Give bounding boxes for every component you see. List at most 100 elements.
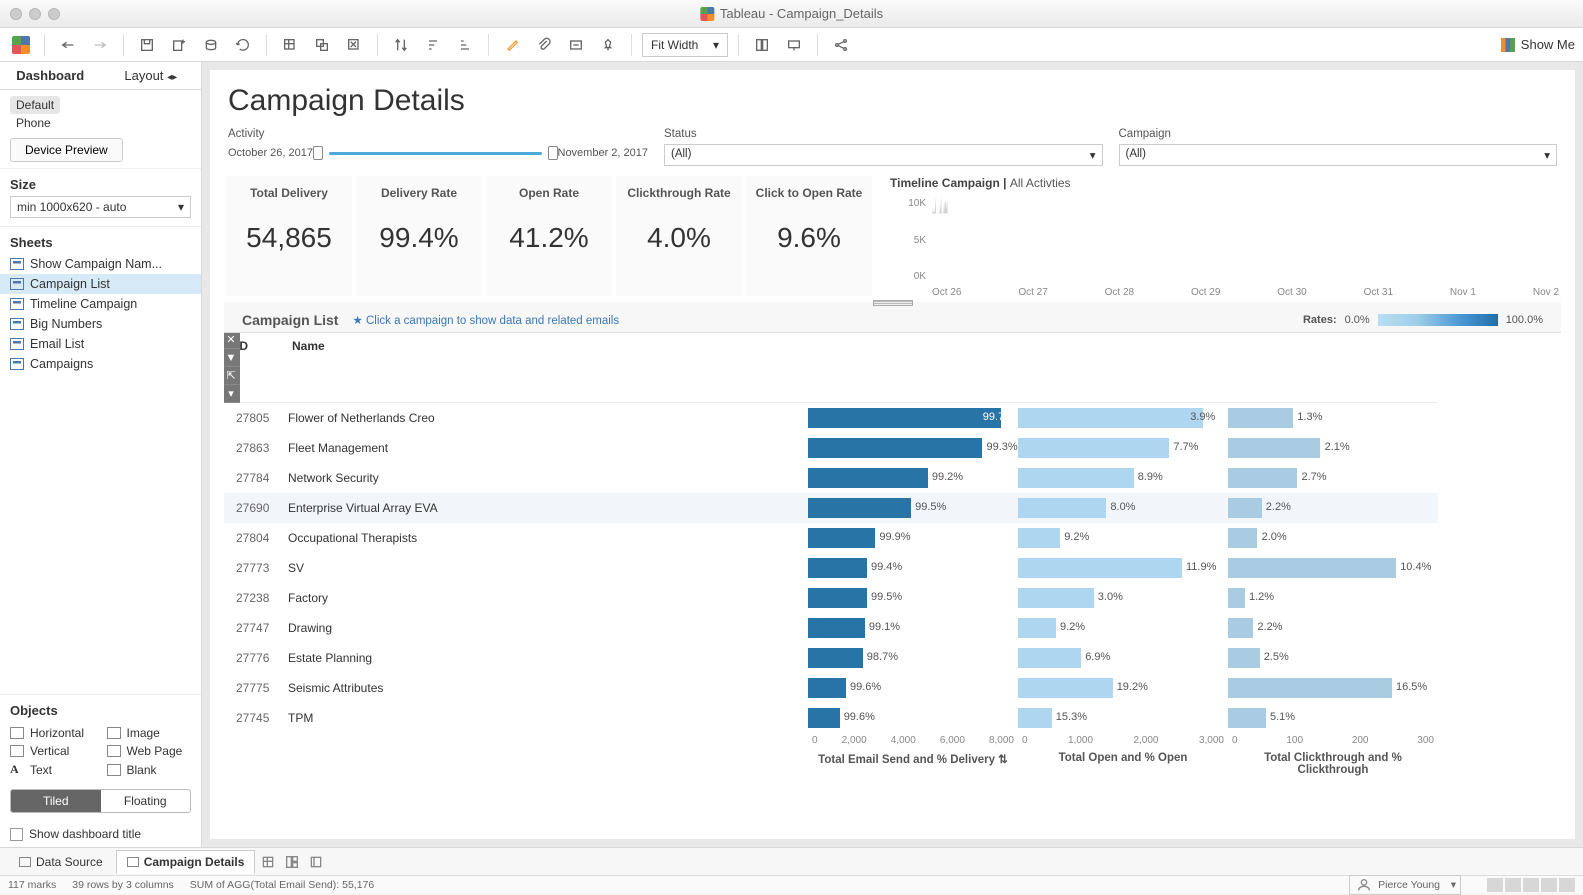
sheet-item[interactable]: Campaigns: [0, 354, 201, 374]
page-title: Campaign Details: [210, 70, 1575, 128]
next-icon[interactable]: [1541, 878, 1557, 892]
sort-asc-icon[interactable]: [420, 32, 446, 58]
campaign-list-worksheet[interactable]: ✕ ▼ ⇱ ▾ ID Name 27805 Flower of Netherla…: [224, 332, 1561, 825]
sheet-item[interactable]: Timeline Campaign: [0, 294, 201, 314]
status-dropdown[interactable]: (All)▾: [664, 144, 1103, 166]
tiled-floating-toggle[interactable]: Tiled Floating: [10, 789, 191, 813]
user-dropdown[interactable]: Pierce Young▾: [1349, 875, 1461, 895]
redo-icon[interactable]: [87, 32, 113, 58]
undo-icon[interactable]: [55, 32, 81, 58]
show-title-checkbox[interactable]: Show dashboard title: [10, 827, 191, 841]
table-row[interactable]: 27805 Flower of Netherlands Creo 99.7% 3…: [224, 403, 1438, 433]
refresh-icon[interactable]: [230, 32, 256, 58]
device-default[interactable]: Default: [10, 96, 60, 114]
table-row[interactable]: 27863 Fleet Management 99.3% 7.7% 2.1%: [224, 433, 1438, 463]
share-icon[interactable]: [828, 32, 854, 58]
window-title: Tableau - Campaign_Details: [700, 6, 883, 21]
kpi-card[interactable]: Open Rate41.2%: [486, 176, 612, 296]
new-worksheet-tab-icon[interactable]: [257, 851, 279, 873]
show-me-button[interactable]: Show Me: [1501, 37, 1575, 52]
tableau-home-icon[interactable]: [8, 32, 34, 58]
attach-icon[interactable]: [531, 32, 557, 58]
minimize-icon[interactable]: [29, 8, 41, 20]
new-dashboard-tab-icon[interactable]: [281, 851, 303, 873]
goto-sheet-icon[interactable]: ⇱: [224, 367, 240, 385]
save-icon[interactable]: [134, 32, 160, 58]
tab-datasource[interactable]: Data Source: [8, 850, 114, 874]
campaign-list-title: Campaign List: [242, 312, 338, 328]
slider-handle-right[interactable]: [548, 146, 558, 160]
table-row[interactable]: 27747 Drawing 99.1% 9.2% 2.2%: [224, 613, 1438, 643]
table-row[interactable]: 27784 Network Security 99.2% 8.9% 2.7%: [224, 463, 1438, 493]
floating-option[interactable]: Floating: [101, 790, 191, 812]
table-row[interactable]: 27804 Occupational Therapists 99.9% 9.2%…: [224, 523, 1438, 553]
table-row[interactable]: 27690 Enterprise Virtual Array EVA 99.5%…: [224, 493, 1438, 523]
table-row[interactable]: 27773 SV 99.4% 11.9% 10.4%: [224, 553, 1438, 583]
activity-slider[interactable]: October 26, 2017 November 2, 2017: [228, 144, 648, 162]
filter-icon[interactable]: ▼: [224, 349, 240, 367]
dashboard-panel: Dashboard Layout ◂▸ Default Phone Device…: [0, 62, 202, 847]
kpi-card[interactable]: Clickthrough Rate4.0%: [616, 176, 742, 296]
fit-dropdown[interactable]: Fit Width▾: [642, 33, 728, 57]
slides-icon[interactable]: [1523, 878, 1539, 892]
label-icon[interactable]: [563, 32, 589, 58]
sheet-item[interactable]: Big Numbers: [0, 314, 201, 334]
highlight-icon[interactable]: [499, 32, 525, 58]
blank-icon: [107, 764, 121, 776]
prev-icon[interactable]: [1505, 878, 1521, 892]
object-text[interactable]: AText: [10, 762, 95, 777]
maximize-icon[interactable]: [48, 8, 60, 20]
kpi-card[interactable]: Total Delivery54,865: [226, 176, 352, 296]
object-horizontal[interactable]: Horizontal: [10, 726, 95, 740]
sheet-item[interactable]: Email List: [0, 334, 201, 354]
sheet-icon: [10, 358, 24, 370]
kpi-card[interactable]: Delivery Rate99.4%: [356, 176, 482, 296]
sheet-icon: [10, 258, 24, 270]
object-vertical[interactable]: Vertical: [10, 744, 95, 758]
col-name[interactable]: Name: [288, 333, 808, 403]
tab-dashboard[interactable]: Dashboard: [0, 62, 101, 89]
table-row[interactable]: 27776 Estate Planning 98.7% 6.9% 2.5%: [224, 643, 1438, 673]
first-icon[interactable]: [1487, 878, 1503, 892]
pin-icon[interactable]: [595, 32, 621, 58]
object-webpage[interactable]: Web Page: [107, 744, 192, 758]
tiled-option[interactable]: Tiled: [11, 790, 101, 812]
duplicate-icon[interactable]: [309, 32, 335, 58]
more-icon[interactable]: ▾: [224, 385, 240, 403]
status-agg: SUM of AGG(Total Email Send): 55,176: [190, 879, 374, 891]
show-cards-icon[interactable]: [749, 32, 775, 58]
window-title-text: Tableau - Campaign_Details: [720, 6, 883, 21]
object-image[interactable]: Image: [107, 726, 192, 740]
kpi-card[interactable]: Click to Open Rate9.6%: [746, 176, 872, 296]
new-worksheet-icon[interactable]: [277, 32, 303, 58]
clear-icon[interactable]: [341, 32, 367, 58]
new-datasource-icon[interactable]: [166, 32, 192, 58]
slider-handle-left[interactable]: [313, 146, 323, 160]
last-icon[interactable]: [1559, 878, 1575, 892]
device-phone[interactable]: Phone: [10, 114, 191, 132]
sheet-item[interactable]: Campaign List: [0, 274, 201, 294]
new-story-tab-icon[interactable]: [305, 851, 327, 873]
drag-handle-icon[interactable]: [873, 300, 913, 306]
close-icon[interactable]: ✕: [224, 332, 240, 349]
objects-header: Objects: [0, 694, 201, 722]
tab-layout[interactable]: Layout ◂▸: [101, 62, 202, 89]
campaign-dropdown[interactable]: (All)▾: [1119, 144, 1558, 166]
presentation-icon[interactable]: [781, 32, 807, 58]
sort-desc-icon[interactable]: [452, 32, 478, 58]
sheet-item[interactable]: Show Campaign Nam...: [0, 254, 201, 274]
table-row[interactable]: 27775 Seismic Attributes 99.6% 19.2% 16.…: [224, 673, 1438, 703]
device-preview-button[interactable]: Device Preview: [10, 138, 123, 162]
size-dropdown[interactable]: min 1000x620 - auto▾: [10, 196, 191, 218]
table-row[interactable]: 27745 TPM 99.6% 15.3% 5.1%: [224, 703, 1438, 733]
close-icon[interactable]: [10, 8, 22, 20]
tab-campaign-details[interactable]: Campaign Details: [116, 850, 256, 874]
campaign-label: Campaign: [1119, 128, 1558, 140]
worksheet-toolbar: ✕ ▼ ⇱ ▾: [224, 332, 240, 403]
object-blank[interactable]: Blank: [107, 762, 192, 777]
nav-pager[interactable]: [1487, 878, 1575, 892]
swap-icon[interactable]: [388, 32, 414, 58]
pause-updates-icon[interactable]: [198, 32, 224, 58]
timeline-chart[interactable]: Timeline Campaign | All Activties 10K5K0…: [890, 176, 1559, 296]
table-row[interactable]: 27238 Factory 99.5% 3.0% 1.2%: [224, 583, 1438, 613]
